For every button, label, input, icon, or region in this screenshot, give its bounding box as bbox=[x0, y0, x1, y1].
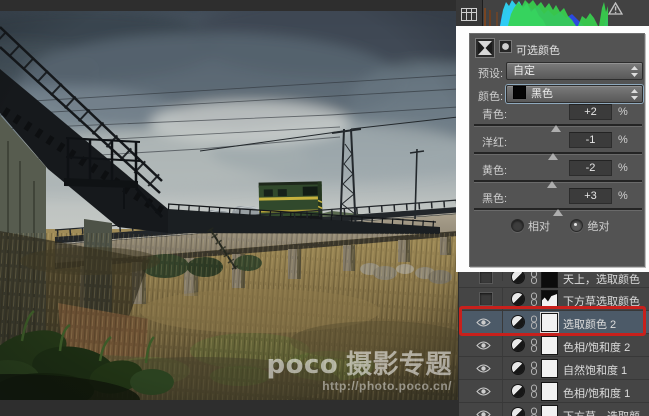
cyan-value-input[interactable]: +2 bbox=[569, 104, 612, 120]
mask-link-icon bbox=[531, 361, 537, 375]
cyan-label: 青色: bbox=[482, 109, 508, 121]
adjustment-layer-icon bbox=[512, 272, 524, 283]
visibility-toggle[interactable] bbox=[459, 334, 503, 356]
photo-canvas: poco 摄影专题 http://photo.poco.cn/ bbox=[0, 11, 458, 400]
rgb-histogram bbox=[484, 0, 608, 26]
preset-value: 自定 bbox=[513, 65, 535, 77]
color-value: 黑色 bbox=[531, 88, 553, 100]
chevron-updown-icon bbox=[631, 89, 638, 100]
grid-icon bbox=[461, 8, 477, 21]
layer-name: 色相/饱和度 1 bbox=[563, 388, 631, 400]
eye-icon bbox=[476, 341, 491, 350]
chevron-updown-icon bbox=[631, 66, 638, 77]
layer-name: 天上，选取颜色 bbox=[563, 274, 640, 286]
panel-title: 可选颜色 bbox=[516, 45, 560, 57]
color-select[interactable]: 黑色 bbox=[506, 85, 643, 103]
visibility-toggle[interactable] bbox=[459, 403, 503, 416]
selective-color-panel: 可选颜色 预设: 自定 颜色: 黑色 青色: +2 % 洋红: -1 % 黄色:… bbox=[469, 33, 645, 267]
eye-icon bbox=[476, 410, 491, 416]
yellow-slider[interactable] bbox=[474, 180, 642, 183]
color-swatch bbox=[513, 86, 526, 99]
layer-name: 色相/饱和度 2 bbox=[563, 342, 631, 354]
magenta-slider[interactable] bbox=[474, 152, 642, 155]
magenta-slider-thumb[interactable] bbox=[548, 153, 558, 160]
layer-row[interactable]: 下方草，选取颜... bbox=[459, 403, 649, 416]
uncached-warning-icon[interactable] bbox=[608, 2, 623, 15]
adjustment-layer-icon bbox=[512, 339, 524, 351]
annotation-highlight bbox=[459, 306, 646, 336]
magenta-unit: % bbox=[618, 134, 628, 146]
histogram-panel bbox=[456, 0, 649, 26]
mask-link-icon bbox=[531, 407, 537, 416]
adjustment-layer-icon bbox=[512, 385, 524, 397]
mask-link-icon bbox=[531, 292, 537, 306]
layer-mask-thumbnail[interactable] bbox=[541, 336, 558, 355]
layers-panel: 天上，选取颜色 下方草选取颜色 选取颜色 2 色相/饱和度 2 自然饱和度 1 … bbox=[459, 272, 649, 416]
eye-icon bbox=[476, 364, 491, 373]
layer-row[interactable]: 自然饱和度 1 bbox=[459, 357, 649, 380]
layer-mask-thumbnail[interactable] bbox=[541, 359, 558, 378]
relative-label: 相对 bbox=[528, 221, 550, 233]
black-slider-thumb[interactable] bbox=[553, 209, 563, 216]
black-unit: % bbox=[618, 190, 628, 202]
visibility-toggle[interactable] bbox=[459, 357, 503, 379]
black-label: 黑色: bbox=[482, 193, 508, 205]
magenta-label: 洋红: bbox=[482, 137, 508, 149]
magenta-value-input[interactable]: -1 bbox=[569, 132, 612, 148]
cyan-slider-thumb[interactable] bbox=[551, 125, 561, 132]
relative-radio[interactable] bbox=[511, 219, 524, 232]
yellow-slider-thumb[interactable] bbox=[547, 181, 557, 188]
absolute-radio[interactable] bbox=[570, 219, 584, 232]
layer-mask-thumbnail[interactable] bbox=[541, 272, 558, 288]
layer-name: 下方草，选取颜... bbox=[563, 408, 649, 416]
visibility-toggle[interactable] bbox=[459, 380, 503, 402]
yellow-unit: % bbox=[618, 162, 628, 174]
photoshop-tutorial-screenshot: poco 摄影专题 http://photo.poco.cn/ 可选颜色 预设:… bbox=[0, 0, 649, 416]
bridge-photo-art bbox=[0, 11, 458, 400]
layer-mask-icon bbox=[499, 40, 512, 58]
color-label: 颜色: bbox=[478, 91, 504, 103]
adjustment-layer-icon bbox=[512, 293, 524, 305]
layer-name: 自然饱和度 1 bbox=[563, 365, 628, 377]
eye-icon bbox=[476, 387, 491, 396]
preset-select[interactable]: 自定 bbox=[506, 62, 643, 80]
yellow-value-input[interactable]: -2 bbox=[569, 160, 612, 176]
yellow-label: 黄色: bbox=[482, 165, 508, 177]
layer-row[interactable]: 天上，选取颜色 bbox=[459, 272, 649, 288]
layer-mask-thumbnail[interactable] bbox=[541, 382, 558, 401]
cyan-unit: % bbox=[618, 106, 628, 118]
histogram-source-button[interactable] bbox=[456, 0, 483, 26]
mask-link-icon bbox=[531, 338, 537, 352]
mask-link-icon bbox=[531, 272, 537, 284]
visibility-checkbox[interactable] bbox=[479, 272, 493, 284]
selective-color-icon bbox=[475, 38, 495, 58]
black-value-input[interactable]: +3 bbox=[569, 188, 612, 204]
adjustment-layer-icon bbox=[512, 362, 524, 374]
visibility-toggle[interactable] bbox=[459, 272, 503, 284]
mask-link-icon bbox=[531, 384, 537, 398]
absolute-label: 绝对 bbox=[587, 221, 610, 233]
layer-mask-thumbnail[interactable] bbox=[541, 405, 558, 416]
adjustment-layer-icon bbox=[512, 408, 524, 416]
visibility-checkbox[interactable] bbox=[479, 292, 493, 306]
preset-label: 预设: bbox=[478, 68, 504, 80]
layer-row[interactable]: 色相/饱和度 1 bbox=[459, 380, 649, 403]
layer-row[interactable]: 色相/饱和度 2 bbox=[459, 334, 649, 357]
method-radio-group: 相对 绝对 bbox=[511, 217, 625, 235]
